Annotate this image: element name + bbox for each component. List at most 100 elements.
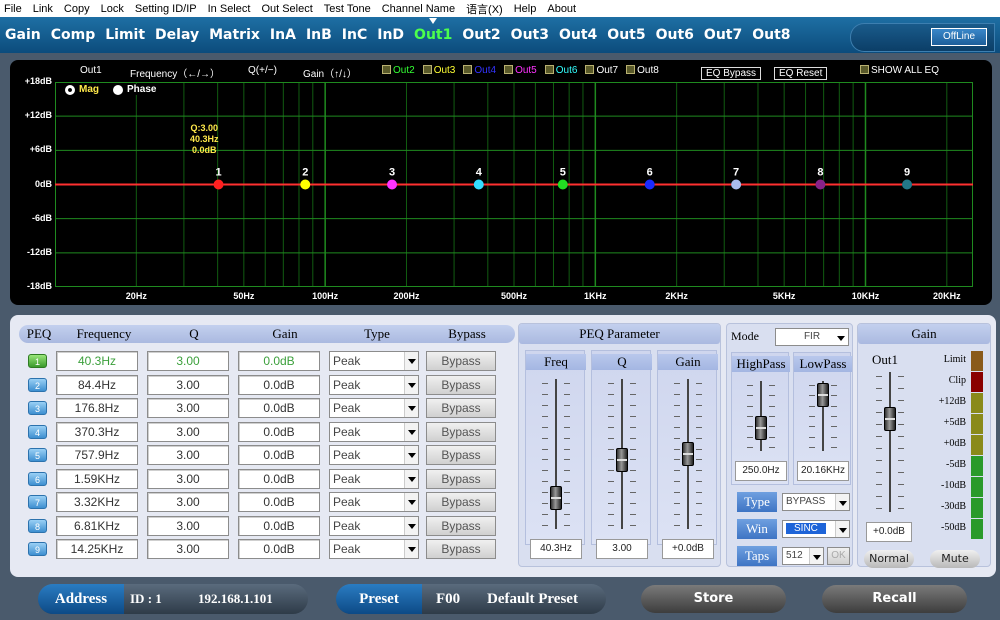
menu-item[interactable]: Copy	[64, 3, 90, 15]
band-type-select[interactable]: Peak	[329, 421, 419, 442]
band-select-button[interactable]: 1	[28, 354, 47, 368]
band-q-input[interactable]: 3.00	[147, 351, 229, 371]
output-gain-fader[interactable]	[872, 372, 908, 517]
win-select[interactable]: SINC	[782, 520, 850, 538]
overlay-checkbox[interactable]	[463, 65, 473, 74]
overlay-out2[interactable]: Out2	[382, 65, 415, 76]
menu-item[interactable]: Link	[33, 3, 53, 15]
band-select-button[interactable]: 5	[28, 448, 47, 462]
tab-delay[interactable]: Delay	[150, 17, 204, 53]
fir-type-select[interactable]: BYPASS	[782, 493, 850, 511]
fader-knob[interactable]	[817, 383, 829, 408]
band-bypass-button[interactable]: Bypass	[426, 539, 496, 559]
fader-value[interactable]: +0.0dB	[662, 539, 714, 559]
tab-out3[interactable]: Out3	[506, 17, 554, 53]
band-select-button[interactable]: 8	[28, 518, 47, 533]
menu-item[interactable]: Test Tone	[324, 3, 371, 15]
overlay-checkbox[interactable]	[585, 65, 595, 74]
fader-knob[interactable]	[884, 406, 896, 431]
overlay-checkbox[interactable]	[422, 65, 432, 74]
band-type-select[interactable]: Peak	[329, 468, 419, 489]
band-frequency-input[interactable]: 3.32KHz	[56, 492, 138, 512]
band-frequency-input[interactable]: 1.59KHz	[56, 468, 138, 489]
eq-point-5[interactable]	[557, 179, 568, 190]
tab-matrix[interactable]: Matrix	[204, 17, 265, 53]
output-gain-value[interactable]: +0.0dB	[866, 522, 912, 542]
menu-item[interactable]: Help	[514, 3, 537, 15]
band-select-button[interactable]: 9	[28, 542, 47, 556]
band-gain-input[interactable]: 0.0dB	[238, 351, 320, 371]
mute-button[interactable]: Mute	[930, 550, 980, 568]
preset-name[interactable]: Default Preset	[487, 584, 578, 614]
band-frequency-input[interactable]: 40.3Hz	[56, 351, 138, 371]
band-type-select[interactable]: Peak	[329, 374, 419, 395]
eq-point-9[interactable]	[902, 179, 913, 190]
eq-point-2[interactable]	[300, 179, 311, 190]
mode-select[interactable]: FIR	[775, 328, 849, 346]
band-gain-input[interactable]: 0.0dB	[238, 468, 320, 489]
filter-value[interactable]: 20.16KHz	[797, 461, 849, 481]
menu-item[interactable]: Lock	[101, 3, 124, 15]
band-gain-input[interactable]: 0.0dB	[238, 515, 320, 536]
band-gain-input[interactable]: 0.0dB	[238, 492, 320, 512]
band-q-input[interactable]: 3.00	[147, 445, 229, 465]
tab-ind[interactable]: InD	[372, 17, 409, 53]
band-frequency-input[interactable]: 14.25KHz	[56, 539, 138, 559]
eq-point-6[interactable]	[644, 179, 655, 190]
band-bypass-button[interactable]: Bypass	[426, 515, 496, 536]
overlay-checkbox[interactable]	[382, 65, 391, 74]
band-q-input[interactable]: 3.00	[147, 515, 229, 536]
show-all-eq-checkbox[interactable]	[860, 65, 869, 74]
menu-item[interactable]: 语言(X)	[466, 1, 503, 17]
menu-item[interactable]: File	[4, 3, 22, 15]
band-bypass-button[interactable]: Bypass	[426, 421, 496, 442]
fader-value[interactable]: 40.3Hz	[530, 539, 582, 559]
tab-comp[interactable]: Comp	[46, 17, 101, 53]
menu-item[interactable]: About	[547, 3, 576, 15]
band-q-input[interactable]: 3.00	[147, 468, 229, 489]
tab-out5[interactable]: Out5	[602, 17, 650, 53]
eq-point-7[interactable]	[731, 179, 742, 190]
band-gain-input[interactable]: 0.0dB	[238, 398, 320, 418]
menu-item[interactable]: Out Select	[261, 3, 312, 15]
band-gain-input[interactable]: 0.0dB	[238, 421, 320, 442]
overlay-checkbox[interactable]	[544, 65, 554, 74]
eq-response-plot[interactable]: 1 2 3 4 5 6 7 8 9	[55, 82, 973, 287]
band-bypass-button[interactable]: Bypass	[426, 445, 496, 465]
band-q-input[interactable]: 3.00	[147, 374, 229, 395]
tab-ina[interactable]: InA	[265, 17, 301, 53]
band-frequency-input[interactable]: 176.8Hz	[56, 398, 138, 418]
band-type-select[interactable]: Peak	[329, 539, 419, 559]
band-select-button[interactable]: 2	[28, 377, 47, 392]
band-type-select[interactable]: Peak	[329, 398, 419, 418]
store-button[interactable]: Store	[641, 585, 786, 613]
fader-value[interactable]: 3.00	[596, 539, 648, 559]
band-q-input[interactable]: 3.00	[147, 539, 229, 559]
band-frequency-input[interactable]: 84.4Hz	[56, 374, 138, 395]
overlay-out8[interactable]: Out8	[626, 65, 659, 76]
fader-knob[interactable]	[616, 448, 628, 473]
eq-point-8[interactable]	[815, 179, 826, 190]
filter-value[interactable]: 250.0Hz	[735, 461, 787, 481]
band-q-input[interactable]: 3.00	[147, 421, 229, 442]
eq-bypass-button[interactable]: EQ Bypass	[701, 67, 762, 80]
fader-knob[interactable]	[682, 442, 694, 466]
band-q-input[interactable]: 3.00	[147, 492, 229, 512]
menu-item[interactable]: In Select	[208, 3, 251, 15]
tab-limit[interactable]: Limit	[100, 17, 150, 53]
taps-ok-button[interactable]: OK	[827, 547, 850, 565]
overlay-out4[interactable]: Out4	[463, 65, 496, 76]
overlay-checkbox[interactable]	[504, 65, 514, 74]
band-select-button[interactable]: 4	[28, 424, 47, 439]
normal-button[interactable]: Normal	[864, 550, 914, 568]
menu-item[interactable]: Setting ID/IP	[135, 3, 197, 15]
band-select-button[interactable]: 6	[28, 471, 47, 486]
tab-out2[interactable]: Out2	[457, 17, 505, 53]
mag-radio[interactable]	[65, 84, 75, 95]
band-gain-input[interactable]: 0.0dB	[238, 445, 320, 465]
menu-item[interactable]: Channel Name	[382, 3, 455, 15]
tab-inb[interactable]: InB	[301, 17, 337, 53]
tab-gain[interactable]: Gain	[0, 17, 46, 53]
band-bypass-button[interactable]: Bypass	[426, 351, 496, 371]
eq-reset-button[interactable]: EQ Reset	[774, 67, 828, 80]
